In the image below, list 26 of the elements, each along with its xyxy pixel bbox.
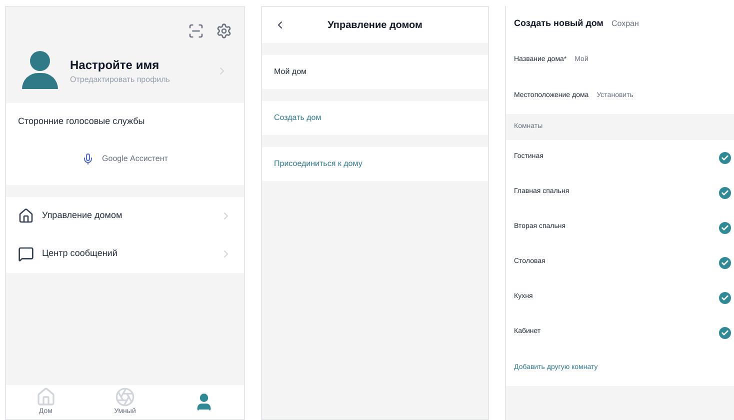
services-title: Сторонние голосовые службы bbox=[18, 115, 146, 128]
user-subtitle: Отредактировать профиль bbox=[70, 74, 171, 86]
house-icon bbox=[18, 208, 34, 224]
home-option[interactable]: Создать дом bbox=[262, 101, 488, 135]
check-icon[interactable] bbox=[719, 152, 731, 164]
check-icon[interactable] bbox=[719, 186, 731, 198]
home-option[interactable]: Присоединиться к дому bbox=[262, 147, 488, 181]
check-icon[interactable] bbox=[719, 292, 731, 304]
scan-icon[interactable] bbox=[188, 23, 204, 39]
check-icon[interactable] bbox=[719, 326, 731, 338]
aperture-icon bbox=[114, 386, 135, 407]
avatar-icon bbox=[22, 51, 58, 91]
check-icon[interactable] bbox=[719, 222, 731, 234]
microphone-icon bbox=[82, 152, 94, 164]
save-link[interactable]: Сохран bbox=[611, 18, 639, 30]
house-icon bbox=[36, 386, 56, 407]
screen-title: Управление домом bbox=[326, 18, 424, 32]
screen-title: Создать новый дом bbox=[514, 17, 604, 30]
menu-item[interactable]: Управление домом bbox=[6, 196, 244, 234]
check-icon[interactable] bbox=[719, 256, 731, 268]
settings-icon[interactable] bbox=[216, 23, 232, 39]
assistant-button[interactable]: Google Ассистент bbox=[70, 144, 180, 172]
home-option[interactable]: Мой дом bbox=[262, 55, 488, 89]
message-icon bbox=[18, 246, 34, 262]
user-name: Настройте имя bbox=[70, 57, 160, 74]
menu-item[interactable]: Центр сообщений bbox=[6, 234, 244, 272]
